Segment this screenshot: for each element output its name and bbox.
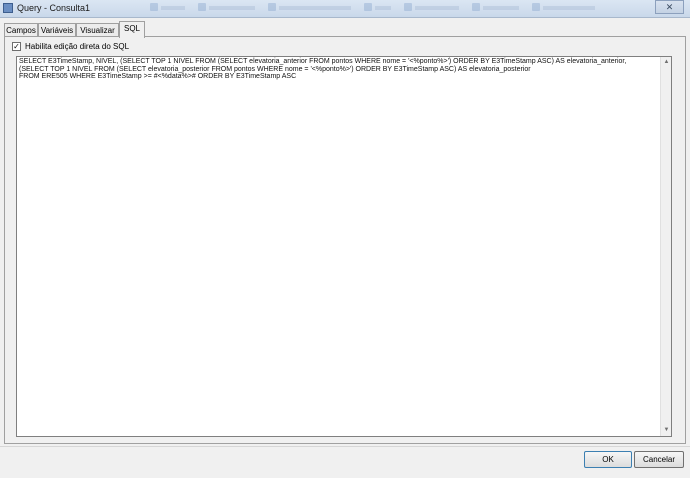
checkmark-icon: ✓ bbox=[13, 42, 20, 51]
sql-text[interactable]: SELECT E3TimeStamp, NIVEL, (SELECT TOP 1… bbox=[19, 58, 657, 81]
ok-button[interactable]: OK bbox=[584, 451, 632, 468]
close-button[interactable]: ✕ bbox=[655, 0, 684, 14]
scroll-up-icon[interactable]: ▲ bbox=[662, 58, 671, 67]
tab-campos[interactable]: Campos bbox=[4, 23, 38, 37]
direct-edit-label: Habilita edição direta do SQL bbox=[25, 42, 130, 51]
tab-label: SQL bbox=[123, 24, 140, 33]
tab-sql[interactable]: SQL bbox=[119, 21, 145, 38]
footer-divider bbox=[0, 446, 690, 447]
title-bar: Query - Consulta1 ✕ bbox=[0, 0, 690, 18]
vertical-scrollbar[interactable]: ▲ ▼ bbox=[660, 57, 671, 436]
tab-bar: Campos Variáveis Visualizar SQL bbox=[4, 21, 686, 38]
scroll-down-icon[interactable]: ▼ bbox=[662, 426, 671, 435]
direct-edit-checkbox[interactable]: ✓ bbox=[12, 42, 21, 51]
window-title: Query - Consulta1 bbox=[17, 3, 91, 13]
tab-visualizar[interactable]: Visualizar bbox=[76, 23, 119, 37]
tab-label: Visualizar bbox=[80, 26, 115, 35]
tab-label: Campos bbox=[6, 26, 36, 35]
sql-editor[interactable]: SELECT E3TimeStamp, NIVEL, (SELECT TOP 1… bbox=[16, 56, 672, 437]
cancel-button[interactable]: Cancelar bbox=[634, 451, 684, 468]
tab-variaveis[interactable]: Variáveis bbox=[38, 23, 76, 37]
close-icon: ✕ bbox=[665, 2, 674, 12]
app-icon bbox=[3, 3, 13, 13]
tab-label: Variáveis bbox=[40, 26, 74, 35]
